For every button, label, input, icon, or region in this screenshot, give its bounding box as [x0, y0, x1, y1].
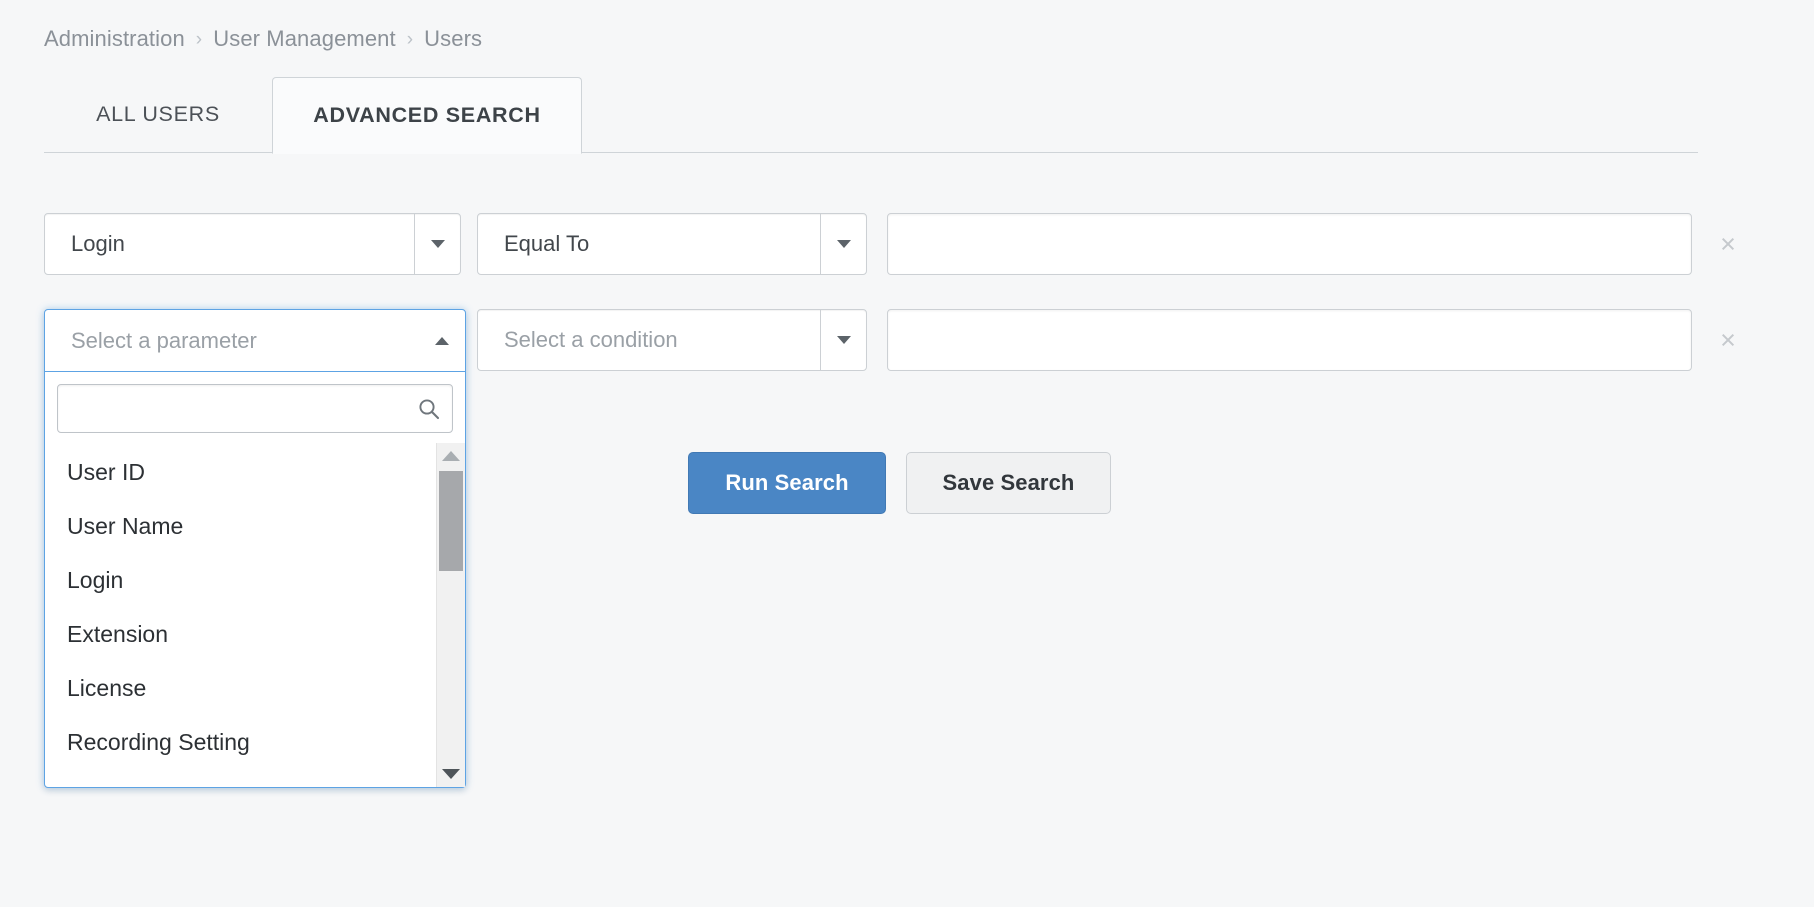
filter-row: Login Equal To × [44, 213, 1774, 275]
scrollbar-track[interactable] [437, 469, 465, 761]
chevron-down-icon [836, 240, 851, 248]
remove-filter-row2-button[interactable]: × [1700, 309, 1756, 371]
condition-select-row1[interactable]: Equal To [477, 213, 867, 275]
dropdown-search-area [45, 372, 465, 443]
chevron-down-icon [430, 240, 445, 248]
save-search-button[interactable]: Save Search [906, 452, 1111, 514]
condition-select-row2-label: Select a condition [504, 327, 678, 352]
dropdown-search-box[interactable] [57, 384, 453, 433]
chevron-down-icon [836, 336, 851, 344]
tab-advanced-search[interactable]: ADVANCED SEARCH [272, 77, 582, 154]
parameter-dropdown-panel: Select a parameter User ID User Name Log… [44, 309, 466, 788]
dropdown-scrollbar[interactable] [436, 443, 465, 787]
scrollbar-up-button[interactable] [437, 443, 465, 469]
breadcrumb-separator-icon: › [406, 28, 414, 50]
parameter-select-row2-label: Select a parameter [71, 327, 257, 353]
parameter-select-row1[interactable]: Login [44, 213, 461, 275]
tab-all-users-label: ALL USERS [96, 102, 220, 126]
condition-select-row1-label: Equal To [504, 231, 590, 256]
chevron-down-icon [442, 769, 460, 779]
dropdown-option-login[interactable]: Login [45, 553, 436, 607]
scrollbar-thumb[interactable] [439, 471, 463, 571]
tab-bar: ALL USERS ADVANCED SEARCH [44, 76, 1698, 154]
parameter-select-row2[interactable]: Select a parameter [45, 310, 465, 372]
dropdown-search-input[interactable] [58, 385, 452, 432]
tab-advanced-search-label: ADVANCED SEARCH [313, 103, 541, 127]
breadcrumb-separator-icon: › [195, 28, 203, 50]
dropdown-option-recording-setting[interactable]: Recording Setting [45, 715, 436, 769]
action-buttons: Run Search Save Search [688, 452, 1111, 514]
chevron-up-icon [435, 336, 449, 345]
breadcrumb-item-users[interactable]: Users [424, 26, 482, 52]
filter-rows: Login Equal To × Select a condition × Se… [44, 213, 1774, 788]
condition-select-row2-arrow[interactable] [820, 310, 866, 370]
condition-select-row1-arrow[interactable] [820, 214, 866, 274]
breadcrumb-item-administration[interactable]: Administration [44, 26, 185, 52]
condition-select-row2[interactable]: Select a condition [477, 309, 867, 371]
breadcrumb-item-user-management[interactable]: User Management [213, 26, 395, 52]
value-input-row1[interactable] [887, 213, 1692, 275]
parameter-dropdown-row2: Select a parameter User ID User Name Log… [44, 309, 466, 788]
parameter-select-row2-arrow[interactable] [419, 336, 465, 345]
remove-filter-row1-button[interactable]: × [1700, 213, 1756, 275]
dropdown-options-scrollarea: User ID User Name Login Extension Licens… [45, 443, 436, 788]
dropdown-option-user-name[interactable]: User Name [45, 499, 436, 553]
dropdown-option-extension[interactable]: Extension [45, 607, 436, 661]
dropdown-options-list: User ID User Name Login Extension Licens… [45, 443, 465, 787]
dropdown-option-license[interactable]: License [45, 661, 436, 715]
parameter-select-row1-arrow[interactable] [414, 214, 460, 274]
tab-all-users[interactable]: ALL USERS [44, 77, 272, 153]
dropdown-option-recording-direction[interactable]: Recording Direction [45, 769, 436, 788]
breadcrumb: Administration › User Management › Users [44, 26, 482, 52]
parameter-select-row1-label: Login [71, 231, 125, 256]
scrollbar-down-button[interactable] [437, 761, 465, 787]
filter-row: Select a condition × Select a parameter [44, 309, 1774, 788]
dropdown-option-user-id[interactable]: User ID [45, 445, 436, 499]
tab-bar-filler [582, 152, 1698, 153]
run-search-button[interactable]: Run Search [688, 452, 886, 514]
value-input-row2[interactable] [887, 309, 1692, 371]
chevron-up-icon [442, 451, 460, 461]
